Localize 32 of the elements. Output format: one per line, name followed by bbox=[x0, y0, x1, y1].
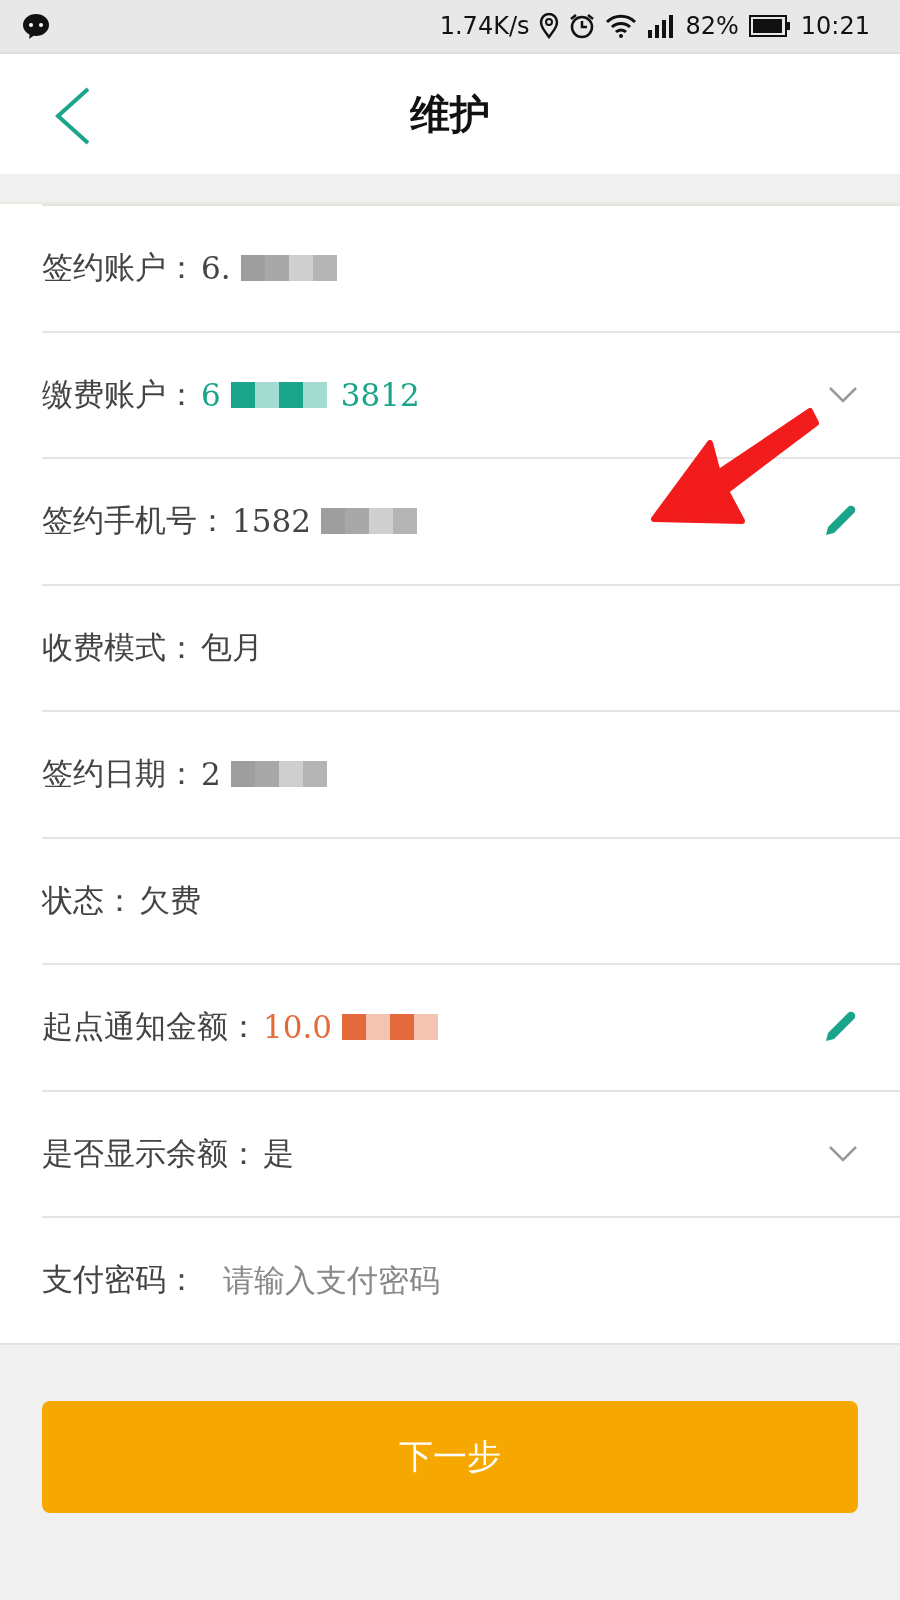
network-speed: 1.74K/s bbox=[439, 12, 530, 40]
location-icon bbox=[539, 13, 560, 39]
field-label: 是否显示余额： bbox=[42, 1133, 259, 1173]
password-field[interactable]: 请输入支付密码 bbox=[223, 1262, 543, 1299]
field-value: 欠费 bbox=[139, 880, 201, 920]
chevron-down-icon[interactable] bbox=[828, 1144, 858, 1163]
field-label: 签约日期： bbox=[42, 754, 197, 794]
field-value: 10.0 bbox=[263, 1009, 333, 1046]
field-value: 6. bbox=[201, 250, 231, 287]
alarm-icon bbox=[569, 13, 596, 39]
wifi-icon bbox=[605, 14, 638, 38]
field-label: 状态： bbox=[42, 880, 135, 920]
next-button[interactable]: 下一步 bbox=[42, 1400, 858, 1513]
page-title: 维护 bbox=[410, 88, 490, 139]
field-value: 2 bbox=[201, 756, 221, 793]
chevron-down-icon[interactable] bbox=[828, 385, 858, 404]
field-label: 起点通知金额： bbox=[42, 1007, 259, 1047]
field-label: 缴费账户： bbox=[42, 374, 197, 414]
field-value: 1582 bbox=[232, 503, 311, 540]
field-label: 收费模式： bbox=[42, 627, 197, 667]
field-label: 支付密码： bbox=[42, 1260, 197, 1300]
chat-icon bbox=[22, 13, 50, 39]
field-label: 签约手机号： bbox=[42, 501, 228, 541]
battery-percent: 82% bbox=[685, 12, 739, 40]
field-value: 6 bbox=[201, 376, 221, 413]
field-value: 包月 bbox=[201, 627, 263, 667]
field-label: 签约账户： bbox=[42, 248, 197, 288]
signal-icon bbox=[647, 14, 676, 38]
battery-icon bbox=[748, 15, 791, 37]
clock-time: 10:21 bbox=[800, 12, 870, 40]
field-value: 3812 bbox=[340, 376, 420, 413]
field-value: 是 bbox=[263, 1133, 294, 1173]
